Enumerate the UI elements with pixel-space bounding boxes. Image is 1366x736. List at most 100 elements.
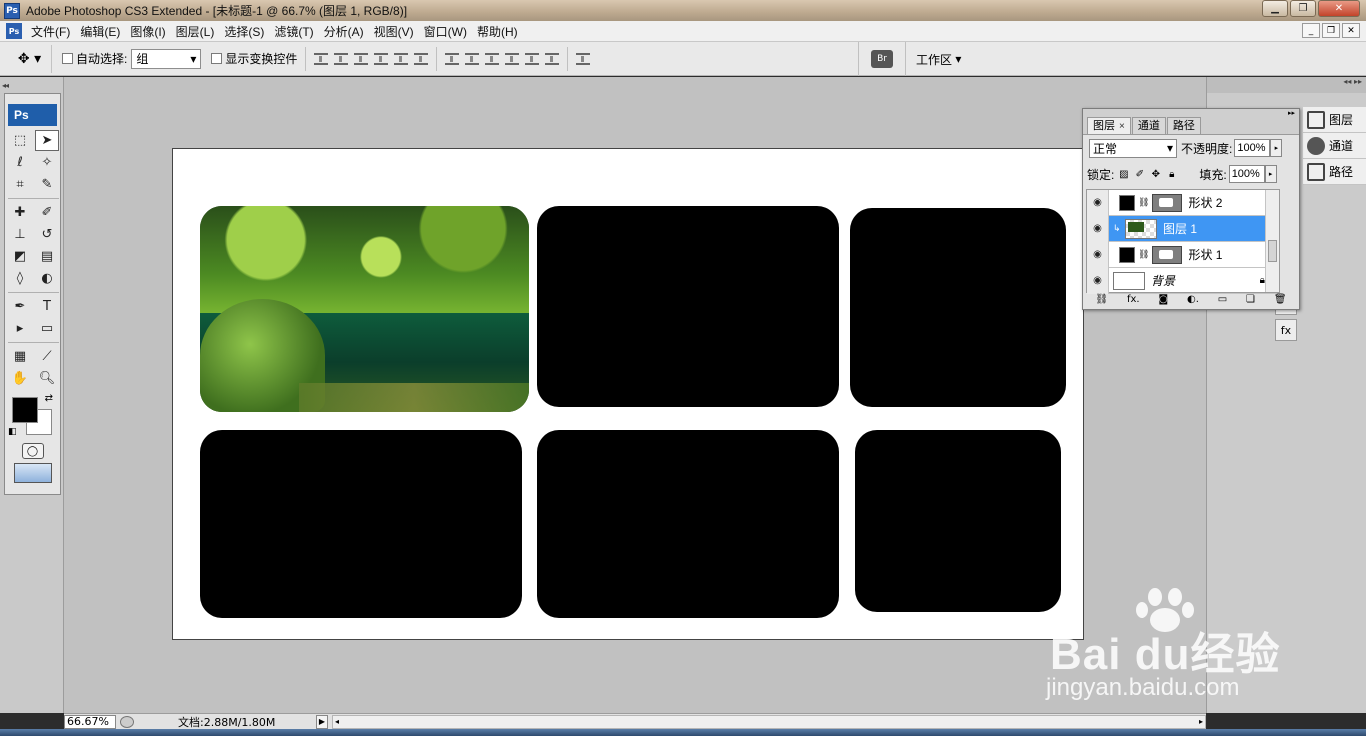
minimize-button[interactable]: ▁ (1262, 0, 1288, 17)
pen-tool-icon[interactable]: ✒ (8, 296, 32, 317)
rounded-rect-shape[interactable] (537, 206, 839, 407)
text-tool-icon[interactable]: T (35, 296, 59, 317)
rounded-rect-shape[interactable] (855, 430, 1061, 612)
scroll-left-icon[interactable]: ◂ (335, 716, 339, 728)
distribute-vcenter-icon[interactable] (465, 52, 480, 65)
distribute-left-icon[interactable] (505, 52, 520, 65)
shape-tool-icon[interactable]: ▭ (35, 318, 59, 339)
doc-minimize-button[interactable]: _ (1302, 23, 1320, 38)
new-group-icon[interactable]: ▭ (1218, 294, 1227, 305)
bridge-icon[interactable]: Br (871, 50, 893, 68)
distribute-right-icon[interactable] (545, 52, 560, 65)
slice-tool-icon[interactable]: ✎ (35, 174, 59, 195)
healing-brush-tool-icon[interactable]: ✚ (8, 202, 32, 223)
maximize-button[interactable]: ❐ (1290, 0, 1316, 17)
opacity-input[interactable]: 100% (1234, 139, 1271, 157)
status-info-icon[interactable] (120, 715, 134, 728)
auto-align-layers-icon[interactable] (576, 52, 591, 65)
brush-tool-icon[interactable]: ✐ (35, 202, 59, 223)
menu-edit[interactable]: 编辑(E) (75, 23, 125, 40)
quick-mask-icon[interactable]: ◯ (21, 443, 44, 459)
new-layer-icon[interactable]: ❏ (1246, 294, 1255, 305)
swap-colors-icon[interactable]: ⇄ (45, 393, 53, 404)
move-tool-preset-icon[interactable]: ✥ ▾ (8, 44, 52, 73)
distribute-top-icon[interactable] (445, 52, 460, 65)
align-hcenter-icon[interactable] (394, 52, 409, 65)
marquee-tool-icon[interactable]: ⬚ (8, 130, 32, 151)
notes-tool-icon[interactable]: ▦ (8, 346, 32, 367)
align-vcenter-icon[interactable] (334, 52, 349, 65)
lock-image-icon[interactable]: ✐ (1134, 169, 1145, 180)
menu-help[interactable]: 帮助(H) (472, 23, 523, 40)
tab-channels[interactable]: 通道 (1131, 117, 1166, 134)
layers-scrollbar[interactable] (1265, 190, 1279, 292)
app-menu-icon[interactable]: Ps (6, 23, 22, 39)
clone-stamp-tool-icon[interactable]: ⊥ (8, 224, 32, 245)
scroll-right-icon[interactable]: ▸ (1199, 716, 1203, 728)
trash-icon[interactable]: 🗑︎ (1274, 294, 1287, 305)
menu-layer[interactable]: 图层(L) (171, 23, 220, 40)
close-button[interactable]: ✕ (1318, 0, 1360, 17)
dock-layers-button[interactable]: 图层 (1303, 107, 1366, 133)
eyedropper-tool-icon[interactable]: ⟋ (35, 346, 59, 367)
blend-mode-dropdown[interactable]: 正常 ▾ (1089, 138, 1177, 158)
tab-paths[interactable]: 路径 (1166, 117, 1201, 134)
hand-tool-icon[interactable]: ✋ (8, 368, 32, 389)
lock-all-icon[interactable]: 🔒︎ (1166, 169, 1177, 180)
opacity-slider-arrow-icon[interactable]: ▸ (1270, 139, 1283, 157)
eraser-tool-icon[interactable]: ◩ (8, 246, 32, 267)
default-colors-icon[interactable]: ◧ (8, 427, 17, 437)
foreground-color-swatch[interactable] (12, 397, 38, 423)
layer-row-shape-2[interactable]: ◉ ⛓ 形状 2 (1087, 189, 1279, 216)
fill-input[interactable]: 100% (1228, 165, 1265, 183)
screen-mode-icon[interactable] (13, 463, 52, 483)
layer-row-shape-1[interactable]: ◉ ⛓ 形状 1 (1087, 241, 1279, 268)
link-layers-icon[interactable]: ⛓ (1095, 294, 1108, 305)
lock-transparent-icon[interactable]: ▨ (1118, 169, 1129, 180)
menu-filter[interactable]: 滤镜(T) (269, 23, 318, 40)
dock-channels-button[interactable]: 通道 (1303, 133, 1366, 159)
rounded-rect-shape[interactable] (537, 430, 839, 618)
zoom-level-input[interactable]: 66.67% (64, 714, 116, 729)
panel-collapse-icon[interactable]: ▸▸ (1083, 109, 1299, 117)
path-selection-tool-icon[interactable]: ▸ (8, 318, 32, 339)
tab-layers[interactable]: 图层 × (1087, 117, 1131, 134)
document-canvas[interactable] (172, 148, 1084, 640)
layer-style-fx-icon[interactable]: fx. (1127, 294, 1140, 305)
blur-tool-icon[interactable]: ◊ (8, 268, 32, 289)
zoom-tool-icon[interactable]: 🔍︎ (35, 368, 59, 389)
lock-position-icon[interactable]: ✥ (1150, 169, 1161, 180)
visibility-eye-icon[interactable]: ◉ (1087, 189, 1109, 216)
photo-layer-rounded-rect[interactable] (200, 206, 529, 412)
scroll-thumb[interactable] (1268, 240, 1277, 262)
lasso-tool-icon[interactable]: ℓ (8, 152, 32, 173)
distribute-bottom-icon[interactable] (485, 52, 500, 65)
move-tool-icon[interactable]: ➤ (35, 130, 59, 151)
menu-view[interactable]: 视图(V) (369, 23, 419, 40)
rounded-rect-shape[interactable] (200, 430, 522, 618)
auto-select-dropdown[interactable]: 组 ▾ (131, 48, 202, 69)
dock-paths-button[interactable]: 路径 (1303, 159, 1366, 185)
dodge-tool-icon[interactable]: ◐ (35, 268, 59, 289)
dock-collapse-icon[interactable]: ◂◂ ▸▸ (1207, 77, 1366, 93)
crop-tool-icon[interactable]: ⌗ (8, 174, 32, 195)
close-icon[interactable]: × (1119, 121, 1125, 132)
visibility-eye-icon[interactable]: ◉ (1087, 241, 1109, 268)
visibility-eye-icon[interactable]: ◉ (1087, 215, 1109, 242)
auto-select-checkbox[interactable] (62, 53, 73, 64)
menu-window[interactable]: 窗口(W) (419, 23, 472, 40)
fill-slider-arrow-icon[interactable]: ▸ (1264, 165, 1277, 183)
doc-close-button[interactable]: ✕ (1342, 23, 1360, 38)
styles-fx-icon[interactable]: fx (1275, 319, 1297, 341)
menu-select[interactable]: 选择(S) (219, 23, 269, 40)
menu-image[interactable]: 图像(I) (125, 23, 170, 40)
adjustment-layer-icon[interactable]: ◐. (1187, 294, 1199, 305)
align-right-icon[interactable] (414, 52, 429, 65)
horizontal-scrollbar[interactable]: ◂ ▸ (332, 714, 1206, 729)
align-top-icon[interactable] (314, 52, 329, 65)
rounded-rect-shape[interactable] (850, 208, 1066, 407)
doc-restore-button[interactable]: ❐ (1322, 23, 1340, 38)
align-bottom-icon[interactable] (354, 52, 369, 65)
magic-wand-tool-icon[interactable]: ✧ (35, 152, 59, 173)
collapse-dock-icon[interactable]: ◂◂ (2, 81, 60, 91)
